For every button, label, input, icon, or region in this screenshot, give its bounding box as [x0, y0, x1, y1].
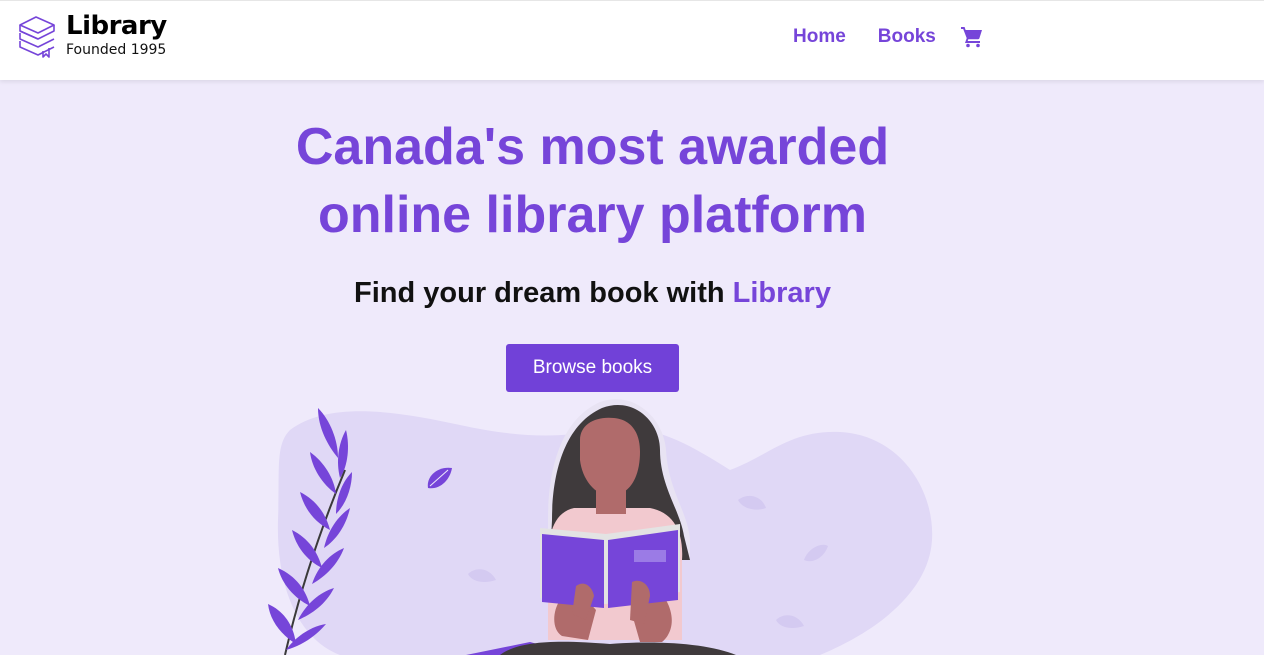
- hero-title-line-2: online library platform: [318, 186, 867, 244]
- nav-link-home[interactable]: Home: [793, 23, 846, 51]
- reading-woman-illustration: [268, 399, 933, 655]
- hero-title-line-1: Canada's most awarded: [295, 118, 890, 176]
- shopping-cart-icon[interactable]: [960, 25, 984, 49]
- brand-tagline: Founded 1995: [66, 42, 167, 58]
- brand-logo[interactable]: Library Founded 1995: [16, 11, 167, 59]
- hero-subtitle-accent: Library: [732, 277, 831, 309]
- brand-name: Library: [66, 11, 167, 41]
- nav-links: Home Books: [793, 23, 984, 51]
- hero-title: Canada's most awarded online library pla…: [0, 113, 1185, 249]
- nav-link-books[interactable]: Books: [878, 23, 936, 51]
- browse-books-button[interactable]: Browse books: [506, 344, 679, 392]
- hero-subtitle: Find your dream book with Library: [0, 274, 1185, 312]
- books-stack-icon: [19, 16, 55, 58]
- hero-subtitle-prefix: Find your dream book with: [354, 277, 733, 309]
- navbar: Library Founded 1995 Home Books: [0, 0, 1264, 80]
